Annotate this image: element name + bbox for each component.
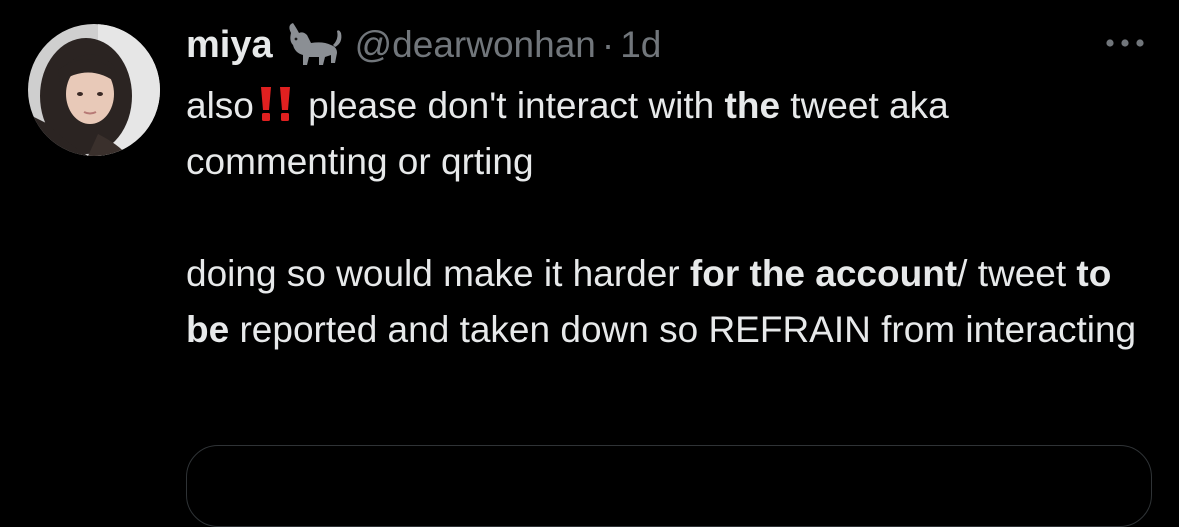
text-segment: please don't interact with (297, 85, 725, 126)
text-segment: / tweet (957, 253, 1077, 294)
author-name[interactable]: miya (186, 24, 273, 67)
tweet-paragraph-2: doing so would make it harder for the ac… (186, 246, 1156, 358)
double-exclamation-icon (256, 81, 296, 121)
tweet[interactable]: miya @dearwonhan · 1d also please don't … (0, 0, 1179, 527)
separator-dot: · (601, 24, 615, 65)
text-segment: also (186, 85, 254, 126)
tweet-text: also please don't interact with the twee… (186, 78, 1156, 358)
tweet-paragraph-1: also please don't interact with the twee… (186, 78, 1156, 190)
more-options-icon[interactable] (1103, 33, 1147, 53)
text-segment: reported and taken down so REFRAIN from … (229, 309, 1137, 350)
bold-text: for the account (689, 253, 958, 294)
tweet-header: miya @dearwonhan · 1d (186, 20, 661, 70)
avatar-image (28, 24, 160, 156)
text-segment: doing so would make it harder (186, 253, 690, 294)
quoted-tweet-card[interactable] (186, 445, 1152, 527)
cat-emoji-icon (283, 23, 343, 67)
bold-text: the (724, 85, 781, 126)
avatar[interactable] (28, 24, 160, 156)
timestamp[interactable]: 1d (620, 24, 661, 66)
author-handle[interactable]: @dearwonhan (355, 24, 596, 66)
